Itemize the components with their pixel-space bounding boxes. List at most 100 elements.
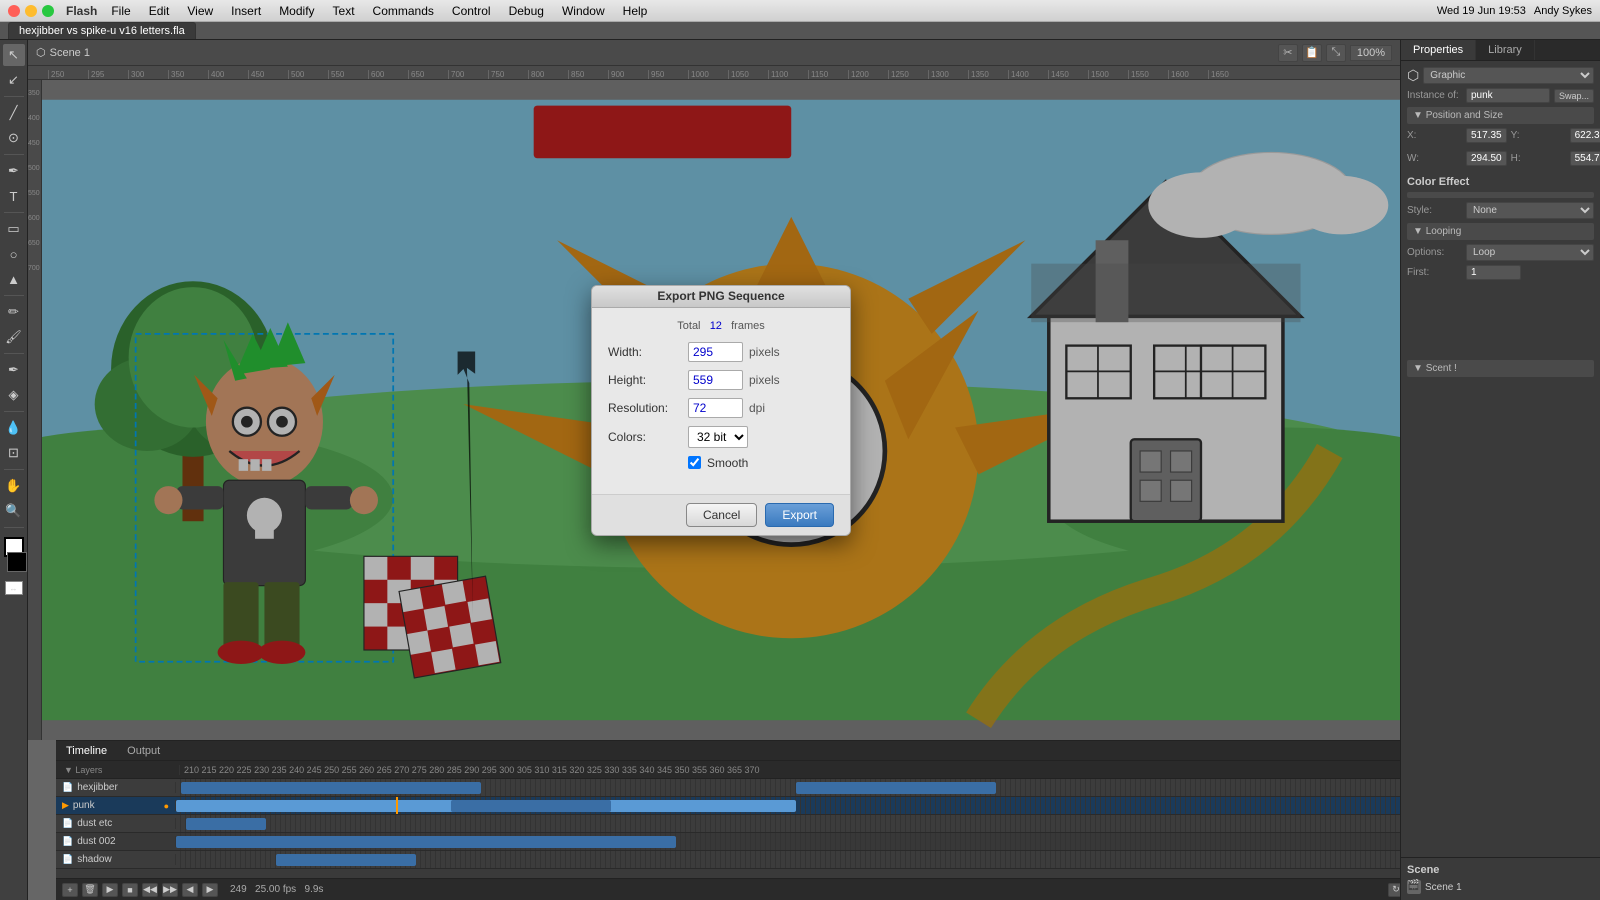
transform-btn[interactable]: ⤡ <box>1326 44 1346 62</box>
menu-text[interactable]: Text <box>325 2 363 20</box>
scent-header[interactable]: ▼ Scent ! <box>1407 360 1594 377</box>
play-btn[interactable]: ▶ <box>102 883 118 897</box>
eyedrop-tool[interactable]: 💧 <box>3 417 25 439</box>
close-button[interactable] <box>8 5 20 17</box>
right-panel: Properties Library ⬡ Graphic Movie Clip … <box>1400 40 1600 900</box>
menu-help[interactable]: Help <box>615 2 656 20</box>
tab-library[interactable]: Library <box>1476 40 1535 60</box>
rewind-btn[interactable]: ◀◀ <box>142 883 158 897</box>
layer-name-dust-etc: 📄 dust etc <box>56 818 176 829</box>
ruler-horizontal: 250 295 300 350 400 450 500 550 600 650 … <box>28 66 1400 80</box>
oval-tool[interactable]: ○ <box>3 243 25 265</box>
fill-color[interactable] <box>7 552 27 572</box>
pencil-tool[interactable]: ✏ <box>3 301 25 323</box>
eraser-tool[interactable]: ⊡ <box>3 442 25 464</box>
options-select[interactable]: Loop Play Once Single Frame <box>1466 244 1594 261</box>
delete-layer-btn[interactable]: 🗑 <box>82 883 98 897</box>
poly-tool[interactable]: ▲ <box>3 268 25 290</box>
swap-button[interactable]: Swap... <box>1554 89 1594 103</box>
resolution-input[interactable] <box>688 398 743 418</box>
menu-file[interactable]: File <box>103 2 138 20</box>
menu-items: File Edit View Insert Modify Text Comman… <box>103 2 655 20</box>
paste-btn[interactable]: 📋 <box>1302 44 1322 62</box>
arrow-tool[interactable]: ↖ <box>3 44 25 66</box>
menu-insert[interactable]: Insert <box>223 2 269 20</box>
swap-colors[interactable]: ↔ <box>5 581 23 595</box>
text-tool[interactable]: T <box>3 185 25 207</box>
instance-label: Instance of: <box>1407 90 1462 101</box>
clip-btn[interactable]: ✂ <box>1278 44 1298 62</box>
zoom-tool[interactable]: 🔍 <box>3 500 25 522</box>
type-select[interactable]: Graphic Movie Clip Button <box>1423 67 1594 84</box>
timeline-header: ▼ Layers 210 215 220 225 230 235 240 245… <box>56 761 1400 779</box>
instance-input[interactable] <box>1466 88 1550 103</box>
pen-tool[interactable]: ✒ <box>3 160 25 182</box>
minimize-button[interactable] <box>25 5 37 17</box>
tab-output[interactable]: Output <box>117 743 170 759</box>
tab-properties[interactable]: Properties <box>1401 40 1476 60</box>
smooth-checkbox[interactable] <box>688 456 701 469</box>
forward-btn[interactable]: ▶▶ <box>162 883 178 897</box>
color-effect-section[interactable] <box>1407 192 1594 198</box>
step-back-btn[interactable]: ◀ <box>182 883 198 897</box>
ruler-mark: 1550 <box>1128 70 1168 79</box>
window-controls[interactable] <box>8 5 54 17</box>
menu-debug[interactable]: Debug <box>501 2 552 20</box>
scene-header: Scene <box>1407 864 1594 876</box>
ink-tool[interactable]: ✒ <box>3 359 25 381</box>
color-effect-header: Color Effect <box>1407 176 1594 188</box>
stage[interactable]: Export PNG Sequence Total 12 frames <box>42 80 1400 740</box>
colors-select[interactable]: 32 bit 24 bit 8 bit <box>688 426 748 448</box>
y-row: Y: 622.35 <box>1511 128 1600 143</box>
looping-label: Looping <box>1426 226 1462 237</box>
add-layer-btn[interactable]: + <box>62 883 78 897</box>
fps-label: fps <box>283 884 296 895</box>
menu-modify[interactable]: Modify <box>271 2 322 20</box>
export-button[interactable]: Export <box>765 503 834 527</box>
looping-header[interactable]: ▼ Looping <box>1407 223 1594 240</box>
step-fwd-btn[interactable]: ▶ <box>202 883 218 897</box>
lasso-tool[interactable]: ⊙ <box>3 127 25 149</box>
width-input[interactable] <box>688 342 743 362</box>
stop-btn[interactable]: ■ <box>122 883 138 897</box>
menu-commands[interactable]: Commands <box>365 2 442 20</box>
bottom-panel: Timeline Output ▼ Layers 210 215 220 225… <box>56 740 1400 900</box>
brush-tool[interactable]: 🖌 <box>3 326 25 348</box>
w-label: W: <box>1407 153 1462 164</box>
layer-frames-shadow[interactable] <box>176 851 1400 868</box>
x-row: X: 517.35 <box>1407 128 1507 143</box>
menu-view[interactable]: View <box>179 2 221 20</box>
layer-frames-hexjibber[interactable] <box>176 779 1400 796</box>
height-input[interactable] <box>688 370 743 390</box>
subselect-tool[interactable]: ↙ <box>3 69 25 91</box>
layer-frames-dust-002[interactable] <box>176 833 1400 850</box>
layer-frames-punk[interactable] <box>176 797 1400 814</box>
width-unit: pixels <box>749 345 780 359</box>
ruler-mark: 750 <box>488 70 528 79</box>
type-icon: ⬡ <box>1407 67 1419 84</box>
ruler-mark: 600 <box>368 70 408 79</box>
tool-divider-5 <box>4 353 24 354</box>
style-select[interactable]: None Brightness Tint Alpha Advanced <box>1466 202 1594 219</box>
zoom-display[interactable]: 100% <box>1350 45 1392 61</box>
cancel-button[interactable]: Cancel <box>686 503 757 527</box>
layer-frames-dust-etc[interactable] <box>176 815 1400 832</box>
w-row: W: 294.50 <box>1407 151 1507 166</box>
loop-btn[interactable]: ↻ <box>1388 883 1400 897</box>
menu-control[interactable]: Control <box>444 2 499 20</box>
menu-window[interactable]: Window <box>554 2 613 20</box>
dialog-body: Total 12 frames Width: pixels <box>592 308 850 494</box>
layer-label: dust etc <box>77 818 112 829</box>
line-tool[interactable]: ╱ <box>3 102 25 124</box>
maximize-button[interactable] <box>42 5 54 17</box>
left-toolbar: ↖ ↙ ╱ ⊙ ✒ T ▭ ○ ▲ ✏ 🖌 ✒ ◈ 💧 ⊡ ✋ 🔍 ↔ <box>0 40 28 900</box>
tab-timeline[interactable]: Timeline <box>56 743 117 759</box>
file-tab[interactable]: hexjibber vs spike-u v16 letters.fla <box>8 22 196 39</box>
menu-edit[interactable]: Edit <box>141 2 178 20</box>
hand-tool[interactable]: ✋ <box>3 475 25 497</box>
rect-tool[interactable]: ▭ <box>3 218 25 240</box>
first-input[interactable] <box>1466 265 1521 280</box>
paint-tool[interactable]: ◈ <box>3 384 25 406</box>
position-size-header[interactable]: ▼ Position and Size <box>1407 107 1594 124</box>
breadcrumb: ⬡ Scene 1 <box>36 46 90 59</box>
